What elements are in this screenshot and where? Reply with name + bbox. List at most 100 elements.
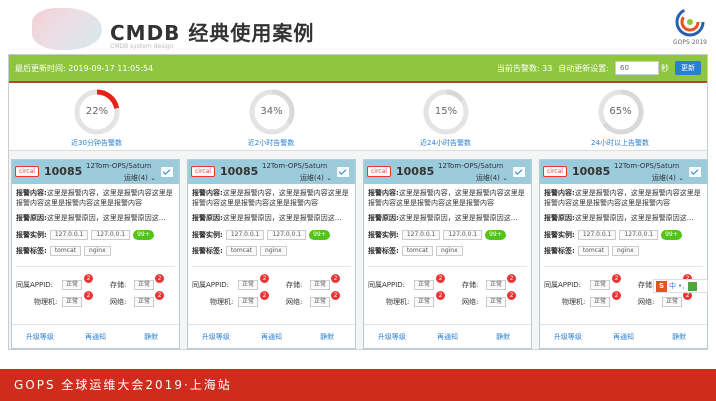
physical-status[interactable]: 正常: [238, 297, 259, 307]
label-tag[interactable]: nginx: [436, 246, 463, 256]
upgrade-level-button[interactable]: 升级等级: [540, 325, 596, 348]
card-header: circal 10085 12Tom-OPS/Saturn 运维(4) ⌄: [12, 160, 179, 184]
storage-status[interactable]: 正常: [310, 280, 331, 290]
appid-status[interactable]: 正常: [238, 280, 259, 290]
group-select[interactable]: 运维(4) ⌄: [476, 173, 508, 183]
slide-title: CMDB 经典使用案例: [110, 21, 315, 45]
brush-decoration: [32, 8, 102, 50]
level-badge: circal: [367, 166, 391, 177]
storage-count: 2: [155, 274, 164, 283]
label-tag[interactable]: tomcat: [225, 246, 258, 256]
storage-status[interactable]: 正常: [134, 280, 155, 290]
card-actions: 升级等级 再通知 静默: [364, 324, 531, 348]
appid-status[interactable]: 正常: [414, 280, 435, 290]
level-badge: circal: [15, 166, 39, 177]
gauge-caption[interactable]: 近30分钟告警数: [9, 138, 184, 148]
appid-label: 同属APPID:: [368, 281, 406, 289]
gauge-caption[interactable]: 近2小时告警数: [184, 138, 359, 148]
upgrade-level-button[interactable]: 升级等级: [364, 325, 420, 348]
alarm-instances: 报警实例: 127.0.0.1 127.0.0.1 99+: [368, 227, 527, 243]
storage-status[interactable]: 正常: [486, 280, 507, 290]
physical-count: 2: [436, 291, 445, 300]
instance-tag[interactable]: 127.0.0.1: [267, 230, 307, 240]
physical-status[interactable]: 正常: [590, 297, 611, 307]
instance-tag[interactable]: 127.0.0.1: [401, 230, 441, 240]
gops-logo-icon: GOPS 2019: [672, 6, 708, 48]
instance-tag[interactable]: 127.0.0.1: [619, 230, 659, 240]
mute-button[interactable]: 静默: [475, 325, 531, 348]
project-name: 12Tom-OPS/Saturn: [86, 162, 152, 170]
mute-button[interactable]: 静默: [299, 325, 355, 348]
alarm-content: 报警内容:这里是报警内容，这里是报警内容这里是报警内容这里是报警内容这里是报警内…: [16, 189, 173, 207]
label-tag[interactable]: nginx: [260, 246, 287, 256]
network-count: 2: [155, 291, 164, 300]
alarm-reason: 报警原因:这里是报警原因，这里是报警原因这...: [16, 214, 166, 222]
gauge-4: 65% 24小时以上告警数: [533, 83, 708, 150]
alarm-card: circal 10085 12Tom-OPS/Saturn 运维(4) ⌄ 报警…: [363, 159, 532, 349]
appid-count: 2: [612, 274, 621, 283]
physical-label: 物理机:: [386, 298, 410, 306]
gauge-caption[interactable]: 近24小时告警数: [358, 138, 533, 148]
label-tag[interactable]: nginx: [612, 246, 639, 256]
mail-icon[interactable]: [161, 167, 173, 177]
instance-tag[interactable]: 127.0.0.1: [443, 230, 483, 240]
refresh-button[interactable]: 更新: [675, 61, 701, 75]
physical-count: 2: [84, 291, 93, 300]
upgrade-level-button[interactable]: 升级等级: [188, 325, 244, 348]
storage-label: 存储:: [110, 281, 127, 289]
renotify-button[interactable]: 再通知: [68, 325, 124, 348]
card-actions: 升级等级 再通知 静默: [540, 324, 707, 348]
instance-more-badge[interactable]: 99+: [309, 230, 330, 240]
group-select[interactable]: 运维(4) ⌄: [652, 173, 684, 183]
physical-status[interactable]: 正常: [62, 297, 83, 307]
instance-more-badge[interactable]: 99+: [133, 230, 154, 240]
level-badge: circal: [543, 166, 567, 177]
mail-icon[interactable]: [337, 167, 349, 177]
mail-icon[interactable]: [513, 167, 525, 177]
instance-more-badge[interactable]: 99+: [661, 230, 682, 240]
network-status[interactable]: 正常: [662, 297, 683, 307]
appid-status[interactable]: 正常: [590, 280, 611, 290]
physical-count: 2: [260, 291, 269, 300]
instance-more-badge[interactable]: 99+: [485, 230, 506, 240]
instance-tag[interactable]: 127.0.0.1: [225, 230, 265, 240]
slide: CMDB 经典使用案例 CMDB system design GOPS 2019…: [0, 0, 716, 401]
upgrade-level-button[interactable]: 升级等级: [12, 325, 68, 348]
label-tag[interactable]: tomcat: [49, 246, 82, 256]
ime-punct[interactable]: •,: [678, 282, 684, 290]
label-tag[interactable]: tomcat: [577, 246, 610, 256]
renotify-button[interactable]: 再通知: [420, 325, 476, 348]
appid-count: 2: [84, 274, 93, 283]
group-select[interactable]: 运维(4) ⌄: [300, 173, 332, 183]
physical-label: 物理机:: [562, 298, 586, 306]
appid-status[interactable]: 正常: [62, 280, 83, 290]
network-status[interactable]: 正常: [310, 297, 331, 307]
appid-label: 同属APPID:: [192, 281, 230, 289]
gauge-caption[interactable]: 24小时以上告警数: [533, 138, 708, 148]
instance-tag[interactable]: 127.0.0.1: [49, 230, 89, 240]
card-header: circal 10085 12Tom-OPS/Saturn 运维(4) ⌄: [188, 160, 355, 184]
ime-toolbar[interactable]: S 中 •,: [653, 279, 708, 293]
alarm-tags: 报警标签: tomcat nginx: [544, 243, 703, 259]
mail-icon[interactable]: [689, 167, 701, 177]
group-select[interactable]: 运维(4) ⌄: [124, 173, 156, 183]
ime-lang[interactable]: 中: [669, 281, 676, 291]
physical-status[interactable]: 正常: [414, 297, 435, 307]
label-tag[interactable]: nginx: [84, 246, 111, 256]
instance-tag[interactable]: 127.0.0.1: [577, 230, 617, 240]
mute-button[interactable]: 静默: [123, 325, 179, 348]
label-tag[interactable]: tomcat: [401, 246, 434, 256]
mute-button[interactable]: 静默: [651, 325, 707, 348]
card-actions: 升级等级 再通知 静默: [12, 324, 179, 348]
refresh-interval-input[interactable]: 60: [615, 61, 659, 75]
ime-skin-icon[interactable]: [688, 281, 698, 291]
network-status[interactable]: 正常: [134, 297, 155, 307]
logo-text: GOPS 2019: [673, 39, 707, 46]
alarm-count-text: 当前告警数: 33: [496, 63, 553, 73]
renotify-button[interactable]: 再通知: [596, 325, 652, 348]
refresh-unit: 秒: [661, 63, 669, 73]
network-status[interactable]: 正常: [486, 297, 507, 307]
instance-tag[interactable]: 127.0.0.1: [91, 230, 131, 240]
storage-label: 存储:: [638, 281, 655, 289]
renotify-button[interactable]: 再通知: [244, 325, 300, 348]
